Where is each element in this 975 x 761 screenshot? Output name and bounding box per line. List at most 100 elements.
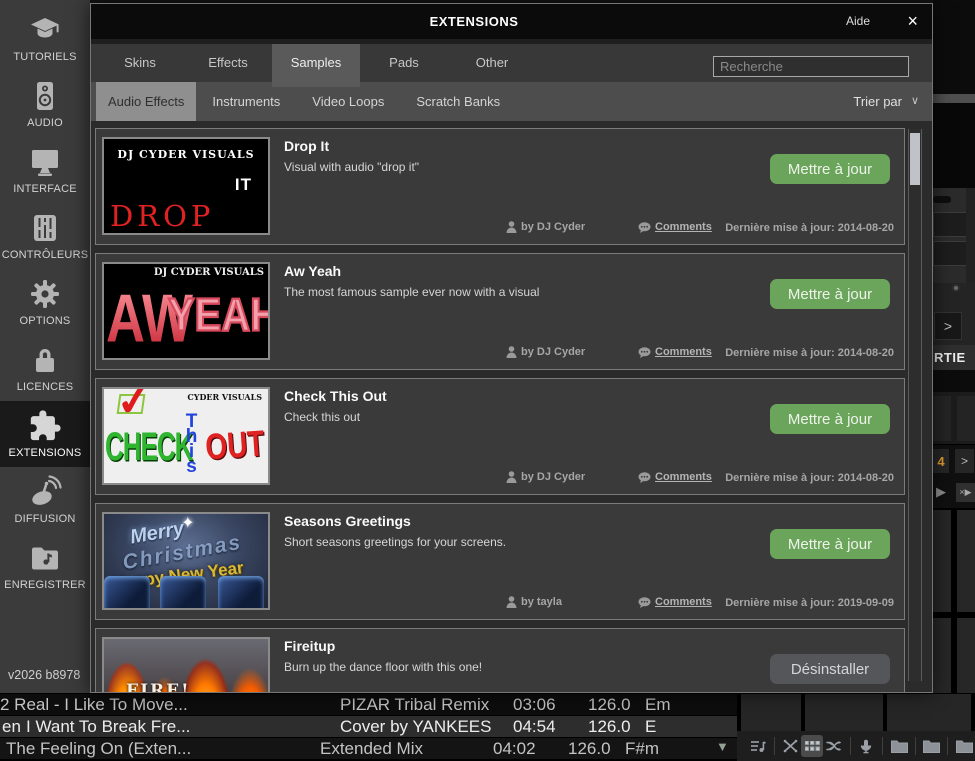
thumb-text: DROP [110, 199, 214, 233]
comment-bubble-icon [638, 597, 651, 608]
deck-area [933, 0, 975, 94]
volume-knob[interactable] [952, 284, 960, 292]
last-updated: Dernière mise à jour: 2019-09-09 [725, 597, 894, 609]
pad-button[interactable] [933, 618, 951, 694]
author-label: by DJ Cyder [521, 221, 585, 233]
app-root: TUTORIELS AUDIO INTERFACE CONTRÔLEURS OP… [0, 0, 975, 761]
sidebar-item-enregistrer[interactable]: ENREGISTRER [0, 533, 90, 599]
queue-list-icon[interactable] [747, 735, 769, 757]
search-input[interactable] [713, 56, 909, 77]
tab-effects[interactable]: Effects [184, 44, 272, 82]
sidebar-item-tutoriels[interactable]: TUTORIELS [0, 5, 90, 71]
sampler-pad[interactable] [805, 694, 883, 731]
sidebar-item-label: EXTENSIONS [9, 447, 82, 459]
comments-label: Comments [655, 221, 712, 233]
folder-icon[interactable] [953, 735, 975, 757]
chevron-down-icon[interactable]: ∨ [911, 82, 919, 121]
folder-icon[interactable] [921, 735, 943, 757]
update-button[interactable]: Mettre à jour [770, 279, 890, 309]
sampler-pad[interactable] [741, 694, 801, 731]
sidebar-item-label: CONTRÔLEURS [2, 249, 89, 261]
sidebar-item-options[interactable]: OPTIONS [0, 269, 90, 335]
sidebar-item-interface[interactable]: INTERFACE [0, 137, 90, 203]
close-icon[interactable]: × [907, 4, 918, 39]
mixer-sliders-icon [28, 211, 62, 245]
playlist-row[interactable]: The Feeling On (Exten... Extended Mix 04… [0, 738, 737, 759]
pad-cell[interactable] [933, 396, 951, 441]
comments-link[interactable]: Comments [638, 346, 712, 358]
extensions-dialog: EXTENSIONS Aide × Skins Effects Samples … [90, 3, 933, 693]
playlist-track-title: The Feeling On (Exten... [6, 739, 320, 759]
thumb-brand-text: DJ CYDER VISUALS [104, 148, 268, 161]
author-label: by DJ Cyder [521, 346, 585, 358]
dialog-titlebar: EXTENSIONS Aide × [91, 4, 932, 39]
extension-description: Check this out [284, 410, 360, 424]
speaker-icon [28, 79, 62, 113]
playlist: 2 Real - I Like To Move... PIZAR Tribal … [0, 694, 737, 760]
pads-header-panel [933, 392, 975, 445]
playlist-row[interactable]: 2 Real - I Like To Move... PIZAR Tribal … [0, 694, 737, 715]
next-button[interactable]: > [934, 312, 962, 340]
uninstall-button[interactable]: Désinstaller [770, 654, 890, 684]
subtab-audio-effects[interactable]: Audio Effects [96, 82, 196, 121]
user-icon [506, 221, 517, 233]
sidebar-item-extensions[interactable]: EXTENSIONS [0, 401, 90, 467]
pad-button[interactable] [957, 510, 975, 612]
extension-author: by DJ Cyder [506, 221, 585, 233]
play-icon[interactable]: ▶ [936, 484, 946, 500]
update-button[interactable]: Mettre à jour [770, 529, 890, 559]
subtab-video-loops[interactable]: Video Loops [296, 82, 400, 121]
shuffle-icon[interactable] [823, 735, 845, 757]
skip-icon[interactable]: ×▶ [956, 483, 975, 502]
grid-view-icon[interactable] [801, 735, 823, 757]
thumb-brand-text: CYDER VISUALS [187, 392, 262, 402]
automix-icon[interactable] [780, 735, 802, 757]
graduation-cap-icon [28, 13, 62, 47]
update-button[interactable]: Mettre à jour [770, 404, 890, 434]
comments-link[interactable]: Comments [638, 596, 712, 608]
extension-card: ✦ Merry Christmas Happy New Year Seasons… [95, 503, 905, 620]
sidebar-item-controleurs[interactable]: CONTRÔLEURS [0, 203, 90, 269]
playlist-duration: 04:54 [513, 717, 588, 737]
microphone-icon[interactable] [856, 735, 878, 757]
playlist-remix: Extended Mix [320, 739, 493, 759]
pad-button[interactable] [957, 618, 975, 694]
playlist-dropdown-icon[interactable]: ▼ [716, 739, 729, 754]
playlist-row[interactable]: en I Want To Break Fre... Cover by YANKE… [0, 716, 737, 737]
sidebar-item-label: DIFFUSION [14, 513, 75, 525]
extension-description: Burn up the dance floor with this one! [284, 660, 482, 674]
tab-skins[interactable]: Skins [96, 44, 184, 82]
tab-other[interactable]: Other [448, 44, 536, 82]
extension-card: CYDER VISUALS ✓ CHECK This OUT Check Thi… [95, 378, 905, 495]
tab-samples[interactable]: Samples [272, 44, 360, 87]
subtab-scratch-banks[interactable]: Scratch Banks [400, 82, 516, 121]
thumb-text: IT [235, 175, 252, 195]
pad-button[interactable] [933, 510, 951, 612]
extension-card: DJ CYDER VISUALS AW YEAH! Aw Yeah The mo… [95, 253, 905, 370]
monitor-icon [28, 145, 62, 179]
comments-link[interactable]: Comments [638, 221, 712, 233]
sortie-button[interactable]: RTIE [933, 345, 975, 370]
sort-by-dropdown[interactable]: Trier par [853, 82, 902, 121]
scrollbar-thumb[interactable] [910, 133, 920, 185]
sampler-pad[interactable] [887, 694, 971, 731]
toolbar-divider [882, 737, 883, 755]
pad-cell[interactable] [957, 396, 975, 441]
folder-icon[interactable] [888, 735, 910, 757]
settings-sidebar: TUTORIELS AUDIO INTERFACE CONTRÔLEURS OP… [0, 0, 90, 694]
pad-page-next-button[interactable]: > [955, 449, 974, 473]
sidebar-item-diffusion[interactable]: DIFFUSION [0, 467, 90, 533]
pad-page-number[interactable]: 4 [933, 449, 949, 473]
extension-thumbnail: DJ CYDER VISUALS IT DROP [102, 137, 270, 235]
help-link[interactable]: Aide [846, 4, 870, 39]
list-scrollbar[interactable] [908, 129, 922, 681]
sidebar-item-audio[interactable]: AUDIO [0, 71, 90, 137]
subtab-instruments[interactable]: Instruments [196, 82, 296, 121]
extension-author: by tayla [506, 596, 562, 608]
update-button[interactable]: Mettre à jour [770, 154, 890, 184]
extension-description: Short seasons greetings for your screens… [284, 535, 506, 549]
comments-link[interactable]: Comments [638, 471, 712, 483]
tab-pads[interactable]: Pads [360, 44, 448, 82]
sidebar-item-licences[interactable]: LICENCES [0, 335, 90, 401]
user-icon [506, 596, 517, 608]
